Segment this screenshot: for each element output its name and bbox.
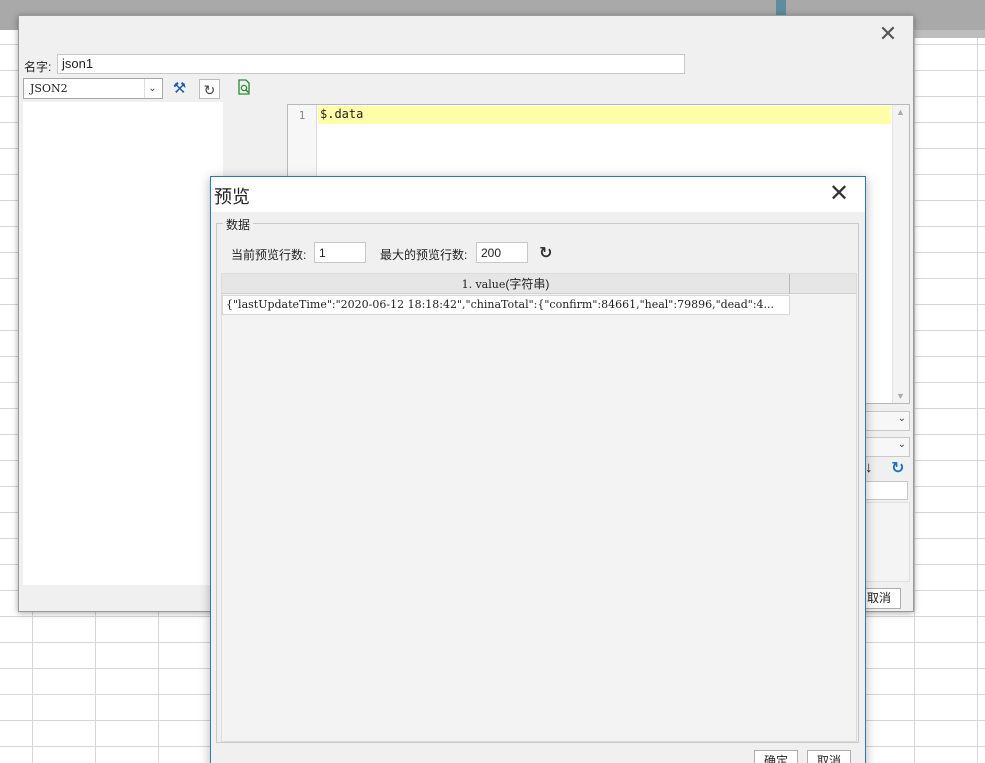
table-cell[interactable]: {"lastUpdateTime":"2020-06-12 18:18:42",… [226,298,774,311]
refresh-icon[interactable]: ↻ [539,243,552,263]
editor-scrollbar[interactable]: ▲ ▼ [892,105,909,403]
scroll-down-icon[interactable]: ▼ [896,391,905,401]
column-index: 1. [461,278,473,291]
table-row[interactable]: {"lastUpdateTime":"2020-06-12 18:18:42",… [222,295,790,315]
chevron-down-icon[interactable]: ⌄ [144,79,160,98]
preview-titlebar: 预览 ✕ [211,177,865,212]
column-header-value[interactable]: 1. value(字符串) [222,274,790,294]
spreadsheet-header-strip [912,30,985,38]
close-icon[interactable]: ✕ [827,181,851,205]
preview-title: 预览 [214,187,250,207]
ok-button[interactable]: 确定 [754,750,798,763]
settings-tools-icon[interactable]: ⚒ [169,79,190,99]
data-group-label: 数据 [223,216,254,233]
data-group: 数据 当前预览行数: 1 最大的预览行数: 200 ↻ 1. value(字符串… [216,216,859,743]
column-type: (字符串) [505,277,550,291]
chevron-down-icon: ⌄ [897,439,906,450]
cancel-button[interactable]: 取消 [807,750,851,763]
connection-select-value: JSON2 [30,82,68,95]
toolbar-marker [776,0,786,16]
close-icon[interactable]: ✕ [877,24,899,46]
max-rows-label: 最大的预览行数: [380,248,468,262]
refresh-icon[interactable]: ↻ [199,79,220,99]
arrow-down-icon[interactable]: ↓ [865,459,873,476]
max-rows-input[interactable]: 200 [476,242,528,263]
preview-document-icon[interactable] [233,79,254,99]
name-label: 名字: [24,60,52,74]
query-text[interactable]: $.data [318,106,891,124]
chevron-down-icon: ⌄ [897,413,906,424]
dataset-name-input[interactable]: json1 [57,54,685,74]
preview-dialog: 预览 ✕ 数据 当前预览行数: 1 最大的预览行数: 200 ↻ 1. valu… [210,176,866,763]
scroll-up-icon[interactable]: ▲ [896,107,905,117]
refresh-icon[interactable]: ↻ [891,458,904,478]
current-rows-label: 当前预览行数: [231,248,307,262]
connection-select[interactable]: JSON2 ⌄ [23,78,163,99]
table-header: 1. value(字符串) [222,274,856,294]
connection-tree-panel[interactable] [23,102,223,585]
column-name: value [475,278,506,291]
current-rows-input[interactable]: 1 [314,242,366,263]
preview-table[interactable]: 1. value(字符串) {"lastUpdateTime":"2020-06… [221,273,857,742]
